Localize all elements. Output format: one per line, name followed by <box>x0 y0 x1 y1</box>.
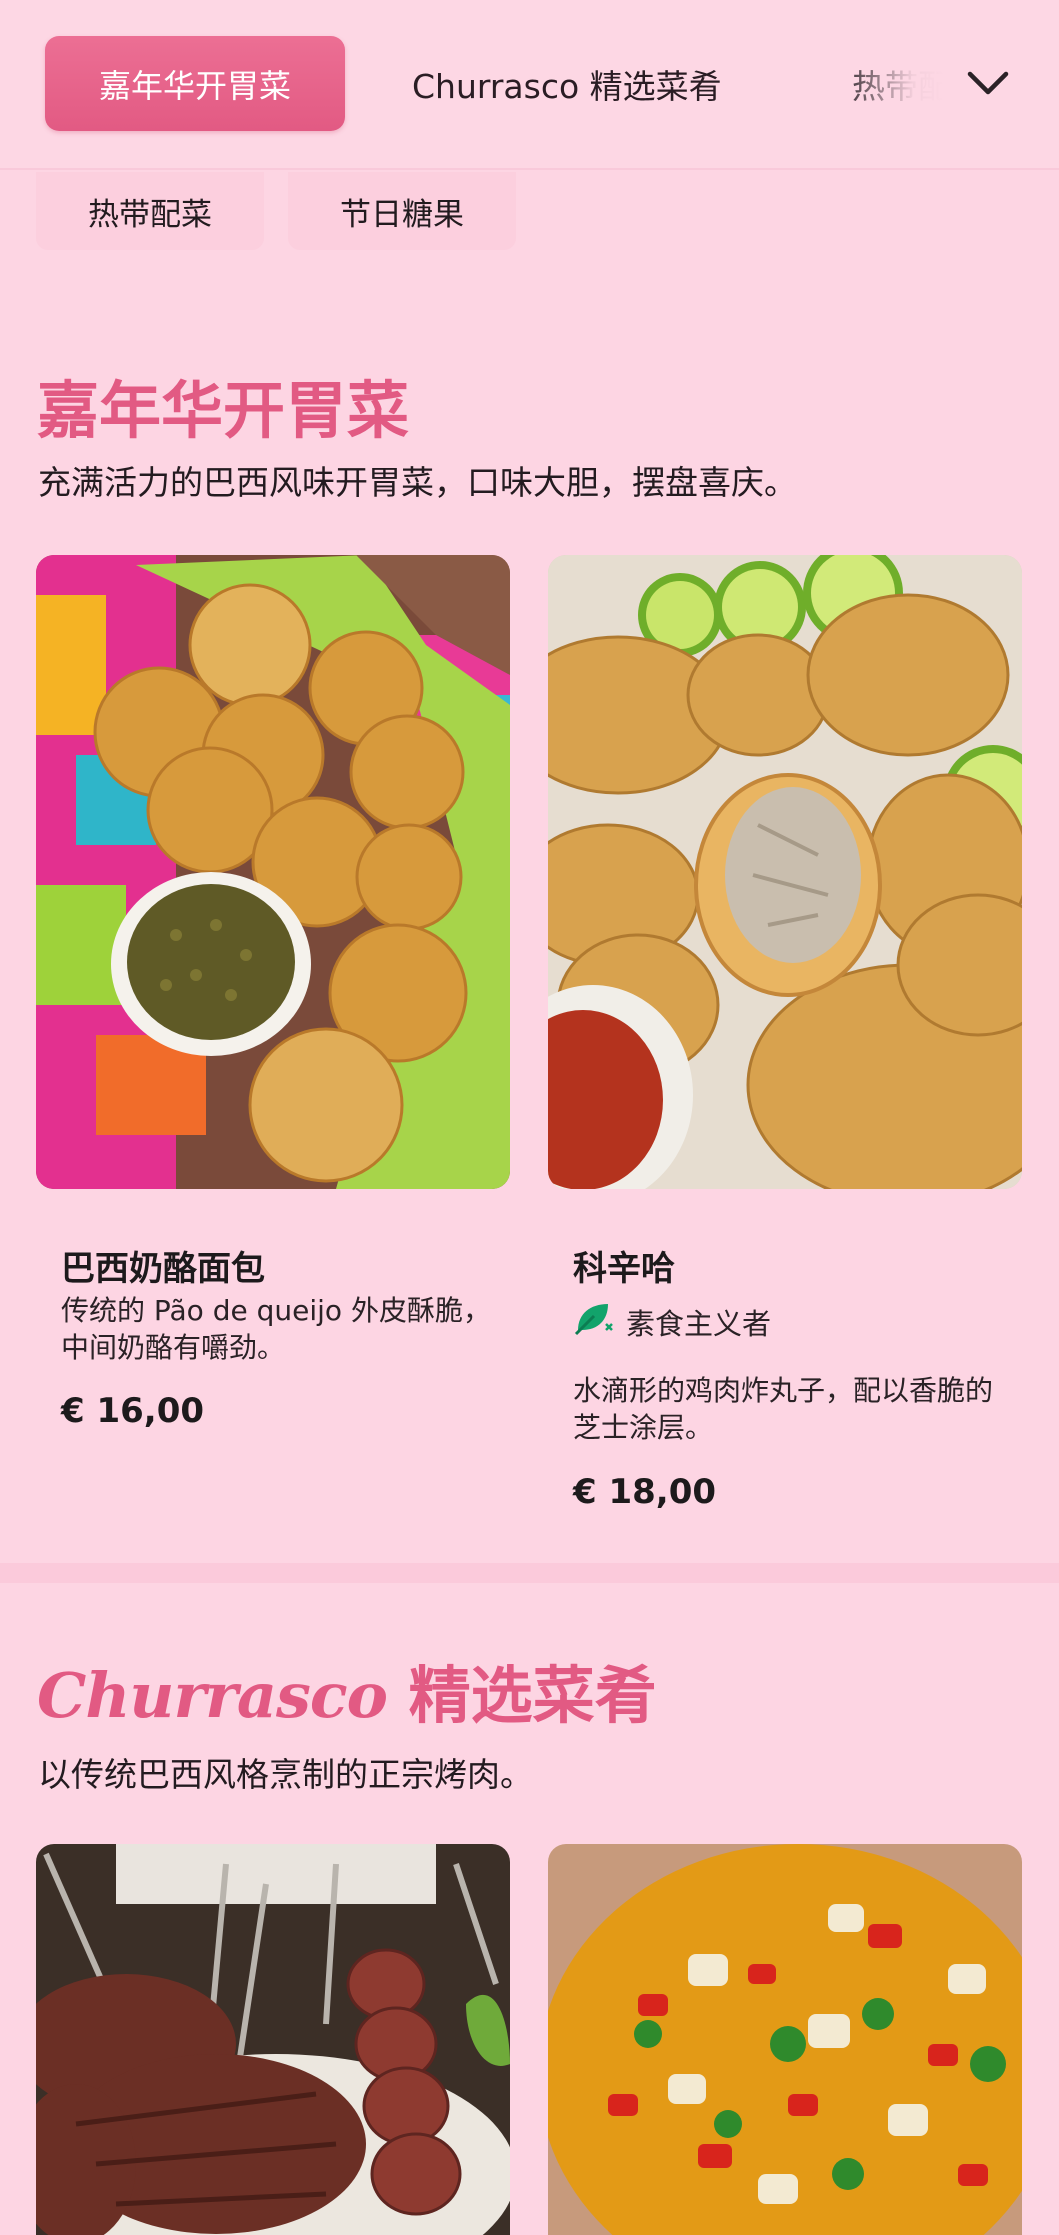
section-description: 以传统巴西风格烹制的正宗烤肉。 <box>38 1755 533 1794</box>
moqueca-stew-image[interactable] <box>548 1844 1022 2235</box>
category-nav: 嘉年华开胃菜 Churrasco 精选菜肴 热带配菜 <box>0 0 1059 170</box>
chevron-down-icon[interactable] <box>962 62 1014 106</box>
coxinha-image[interactable] <box>548 555 1022 1189</box>
section-title: Churrasco 精选菜肴 <box>37 1645 657 1735</box>
vegan-tag: 素食主义者 <box>572 1300 771 1343</box>
dish-price: € 16,00 <box>61 1391 205 1431</box>
category-tab-churrasco[interactable]: Churrasco 精选菜肴 <box>412 36 722 131</box>
dish-name: 科辛哈 <box>573 1249 675 1289</box>
leaf-icon <box>572 1300 614 1343</box>
tag-label: 素食主义者 <box>626 1306 772 1341</box>
section-title: 嘉年华开胃菜 <box>37 374 410 447</box>
dish-price: € 18,00 <box>573 1472 717 1512</box>
section-title-rest: 精选菜肴 <box>387 1659 657 1732</box>
category-chip-festive-sweets[interactable]: 节日糖果 <box>288 172 516 250</box>
nav-fade-overlay <box>850 10 1059 160</box>
dish-name: 巴西奶酪面包 <box>61 1249 265 1289</box>
section-description: 充满活力的巴西风味开胃菜，口味大胆，摆盘喜庆。 <box>38 463 797 502</box>
section-divider <box>0 1563 1059 1583</box>
category-chip-tropical-sides[interactable]: 热带配菜 <box>36 172 264 250</box>
dish-description: 传统的 Pão de queijo 外皮酥脆，中间奶酪有嚼劲。 <box>61 1294 491 1364</box>
dish-description: 水滴形的鸡肉炸丸子，配以香脆的芝士涂层。 <box>573 1374 994 1444</box>
churrasco-meat-image[interactable] <box>36 1844 510 2235</box>
section-title-script: Churrasco <box>37 1659 388 1732</box>
cheese-bread-image[interactable] <box>36 555 510 1189</box>
category-tab-carnival-appetizers[interactable]: 嘉年华开胃菜 <box>45 36 345 131</box>
